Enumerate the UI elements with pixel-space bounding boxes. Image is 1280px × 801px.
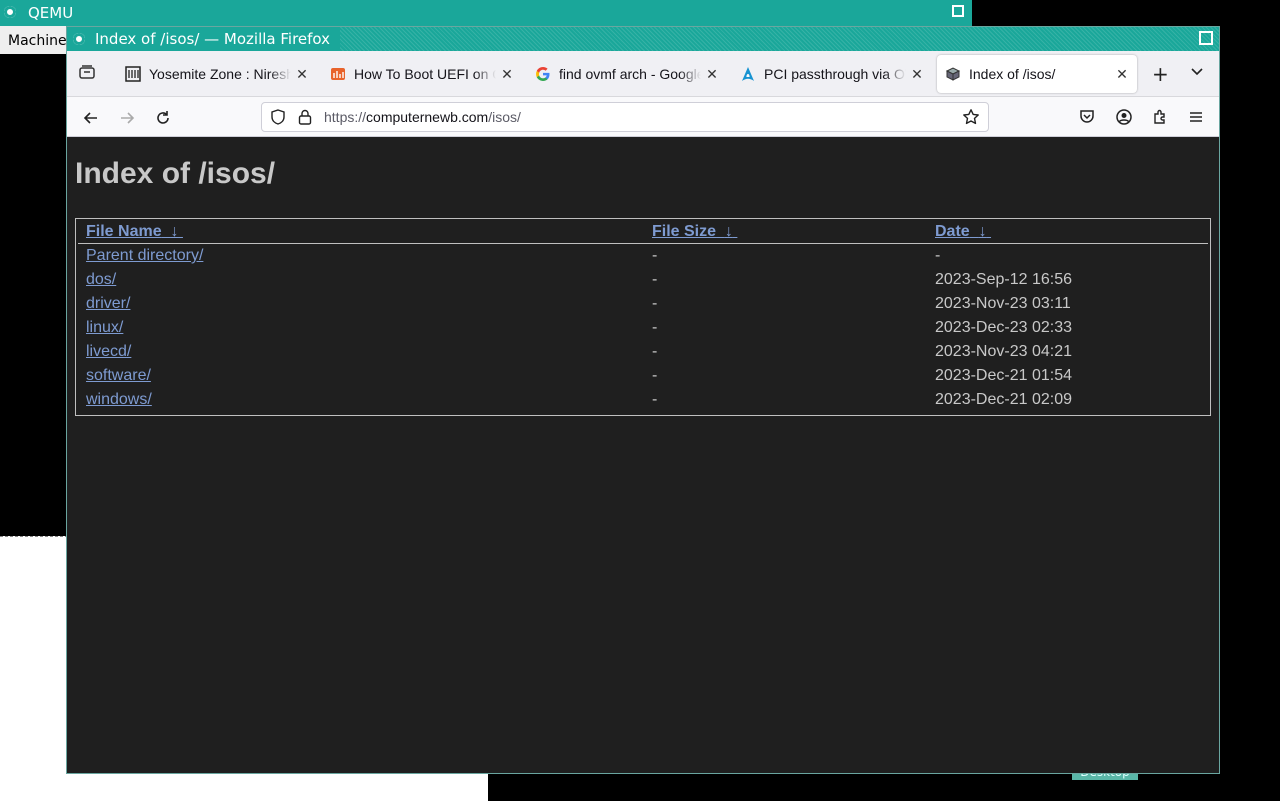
file-date: 2023-Sep-12 16:56 [935, 271, 1072, 288]
tab-index-isos[interactable]: Index of /isos/ ✕ [937, 55, 1137, 93]
directory-link[interactable]: linux/ [86, 319, 123, 336]
header-date: Date ↓ [927, 221, 1208, 244]
file-date: 2023-Nov-23 04:21 [935, 343, 1072, 360]
table-row: linux/ - 2023-Dec-23 02:33 [78, 316, 1208, 340]
pocket-icon[interactable] [1078, 108, 1096, 126]
header-label: File Name [86, 223, 162, 240]
sort-arrow-icon: ↓ [724, 223, 733, 240]
tab-google-search[interactable]: find ovmf arch - Google Search ✕ [527, 55, 727, 93]
qemu-title: QEMU [28, 4, 74, 22]
firefox-titlebar[interactable]: Index of /isos/ — Mozilla Firefox [67, 27, 1219, 51]
table-row: driver/ - 2023-Nov-23 03:11 [78, 292, 1208, 316]
directory-link[interactable]: Parent directory/ [86, 247, 203, 264]
file-date: 2023-Nov-23 03:11 [935, 295, 1071, 312]
directory-link[interactable]: driver/ [86, 295, 130, 312]
qemu-titlebar[interactable]: QEMU [0, 0, 972, 26]
url-text: https://computernewb.com/isos/ [324, 109, 521, 125]
reload-icon[interactable] [154, 109, 172, 127]
file-size: - [652, 367, 658, 384]
page-title: Index of /isos/ [75, 157, 276, 190]
header-label: Date [935, 223, 970, 240]
window-menu-icon[interactable] [4, 6, 16, 18]
tab-title: Yosemite Zone : Niresh [149, 66, 291, 82]
page-content: Index of /isos/ File Name ↓ File Size ↓ … [67, 137, 1219, 773]
directory-link[interactable]: dos/ [86, 271, 116, 288]
arch-favicon [740, 66, 756, 82]
close-tab-icon[interactable]: ✕ [910, 66, 924, 83]
table-row: windows/ - 2023-Dec-21 02:09 [78, 388, 1208, 412]
sort-arrow-icon: ↓ [170, 223, 179, 240]
file-size: - [652, 271, 658, 288]
file-date: 2023-Dec-23 02:33 [935, 319, 1072, 336]
forward-icon[interactable] [118, 109, 136, 127]
yosemite-favicon [125, 66, 141, 82]
window-menu-icon[interactable] [73, 33, 85, 45]
blog-favicon [330, 66, 346, 82]
tab-title: find ovmf arch - Google Search [559, 66, 701, 82]
directory-link[interactable]: software/ [86, 367, 151, 384]
close-tab-icon[interactable]: ✕ [1115, 66, 1129, 83]
tab-yosemite[interactable]: Yosemite Zone : Niresh ✕ [117, 55, 317, 93]
navigation-toolbar: https://computernewb.com/isos/ [67, 97, 1219, 137]
extensions-icon[interactable] [1151, 108, 1169, 126]
file-date: 2023-Dec-21 02:09 [935, 391, 1072, 408]
new-tab-button[interactable]: + [1152, 64, 1169, 84]
maximize-icon[interactable] [1199, 31, 1213, 45]
file-size: - [652, 391, 658, 408]
google-favicon [535, 66, 551, 82]
tab-title: Index of /isos/ [969, 66, 1056, 82]
maximize-icon[interactable] [952, 5, 964, 17]
firefox-window: Index of /isos/ — Mozilla Firefox Yosemi… [66, 26, 1220, 774]
url-path: /isos/ [488, 109, 521, 125]
table-header-row: File Name ↓ File Size ↓ Date ↓ [78, 221, 1208, 244]
header-file-name: File Name ↓ [78, 221, 644, 244]
file-size: - [652, 295, 658, 312]
bookmark-star-icon[interactable] [962, 108, 980, 126]
hamburger-menu-icon[interactable] [1187, 108, 1205, 126]
close-tab-icon[interactable]: ✕ [500, 66, 514, 83]
sort-by-date-link[interactable]: Date ↓ [935, 223, 991, 240]
url-bar[interactable]: https://computernewb.com/isos/ [261, 102, 989, 132]
sort-arrow-icon: ↓ [978, 223, 987, 240]
table-row: software/ - 2023-Dec-21 01:54 [78, 364, 1208, 388]
directory-link[interactable]: windows/ [86, 391, 152, 408]
firefox-view-icon[interactable] [79, 65, 95, 79]
tab-uefi-qemu[interactable]: How To Boot UEFI on QEMU ✕ [322, 55, 522, 93]
tab-bar: Yosemite Zone : Niresh ✕ How To Boot UEF… [67, 51, 1219, 97]
directory-listing: File Name ↓ File Size ↓ Date ↓ Parent di… [75, 218, 1211, 416]
qemu-menu-machine[interactable]: Machine [0, 26, 70, 54]
table-row: livecd/ - 2023-Nov-23 04:21 [78, 340, 1208, 364]
file-size: - [652, 343, 658, 360]
list-all-tabs-icon[interactable] [1189, 63, 1205, 79]
tab-title: PCI passthrough via OVMF [764, 66, 906, 82]
tab-title: How To Boot UEFI on QEMU [354, 66, 496, 82]
server-favicon [945, 66, 961, 82]
sort-by-size-link[interactable]: File Size ↓ [652, 223, 737, 240]
menu-label: Machine [8, 33, 67, 49]
close-tab-icon[interactable]: ✕ [705, 66, 719, 83]
tab-pci-passthrough[interactable]: PCI passthrough via OVMF ✕ [732, 55, 932, 93]
file-date: - [935, 247, 941, 264]
table-row: dos/ - 2023-Sep-12 16:56 [78, 268, 1208, 292]
tracking-protection-shield-icon[interactable] [270, 109, 286, 125]
directory-link[interactable]: livecd/ [86, 343, 131, 360]
account-icon[interactable] [1115, 108, 1133, 126]
file-size: - [652, 247, 658, 264]
table-row: Parent directory/ - - [78, 244, 1208, 269]
url-scheme: https:// [324, 109, 367, 125]
file-table: File Name ↓ File Size ↓ Date ↓ Parent di… [78, 221, 1208, 412]
close-tab-icon[interactable]: ✕ [295, 66, 309, 83]
header-file-size: File Size ↓ [644, 221, 927, 244]
url-host: computernewb.com [366, 109, 489, 125]
lock-icon[interactable] [298, 109, 312, 125]
file-size: - [652, 319, 658, 336]
header-label: File Size [652, 223, 717, 240]
sort-by-name-link[interactable]: File Name ↓ [86, 223, 183, 240]
back-icon[interactable] [82, 109, 100, 127]
file-date: 2023-Dec-21 01:54 [935, 367, 1072, 384]
window-title: Index of /isos/ — Mozilla Firefox [95, 30, 331, 48]
